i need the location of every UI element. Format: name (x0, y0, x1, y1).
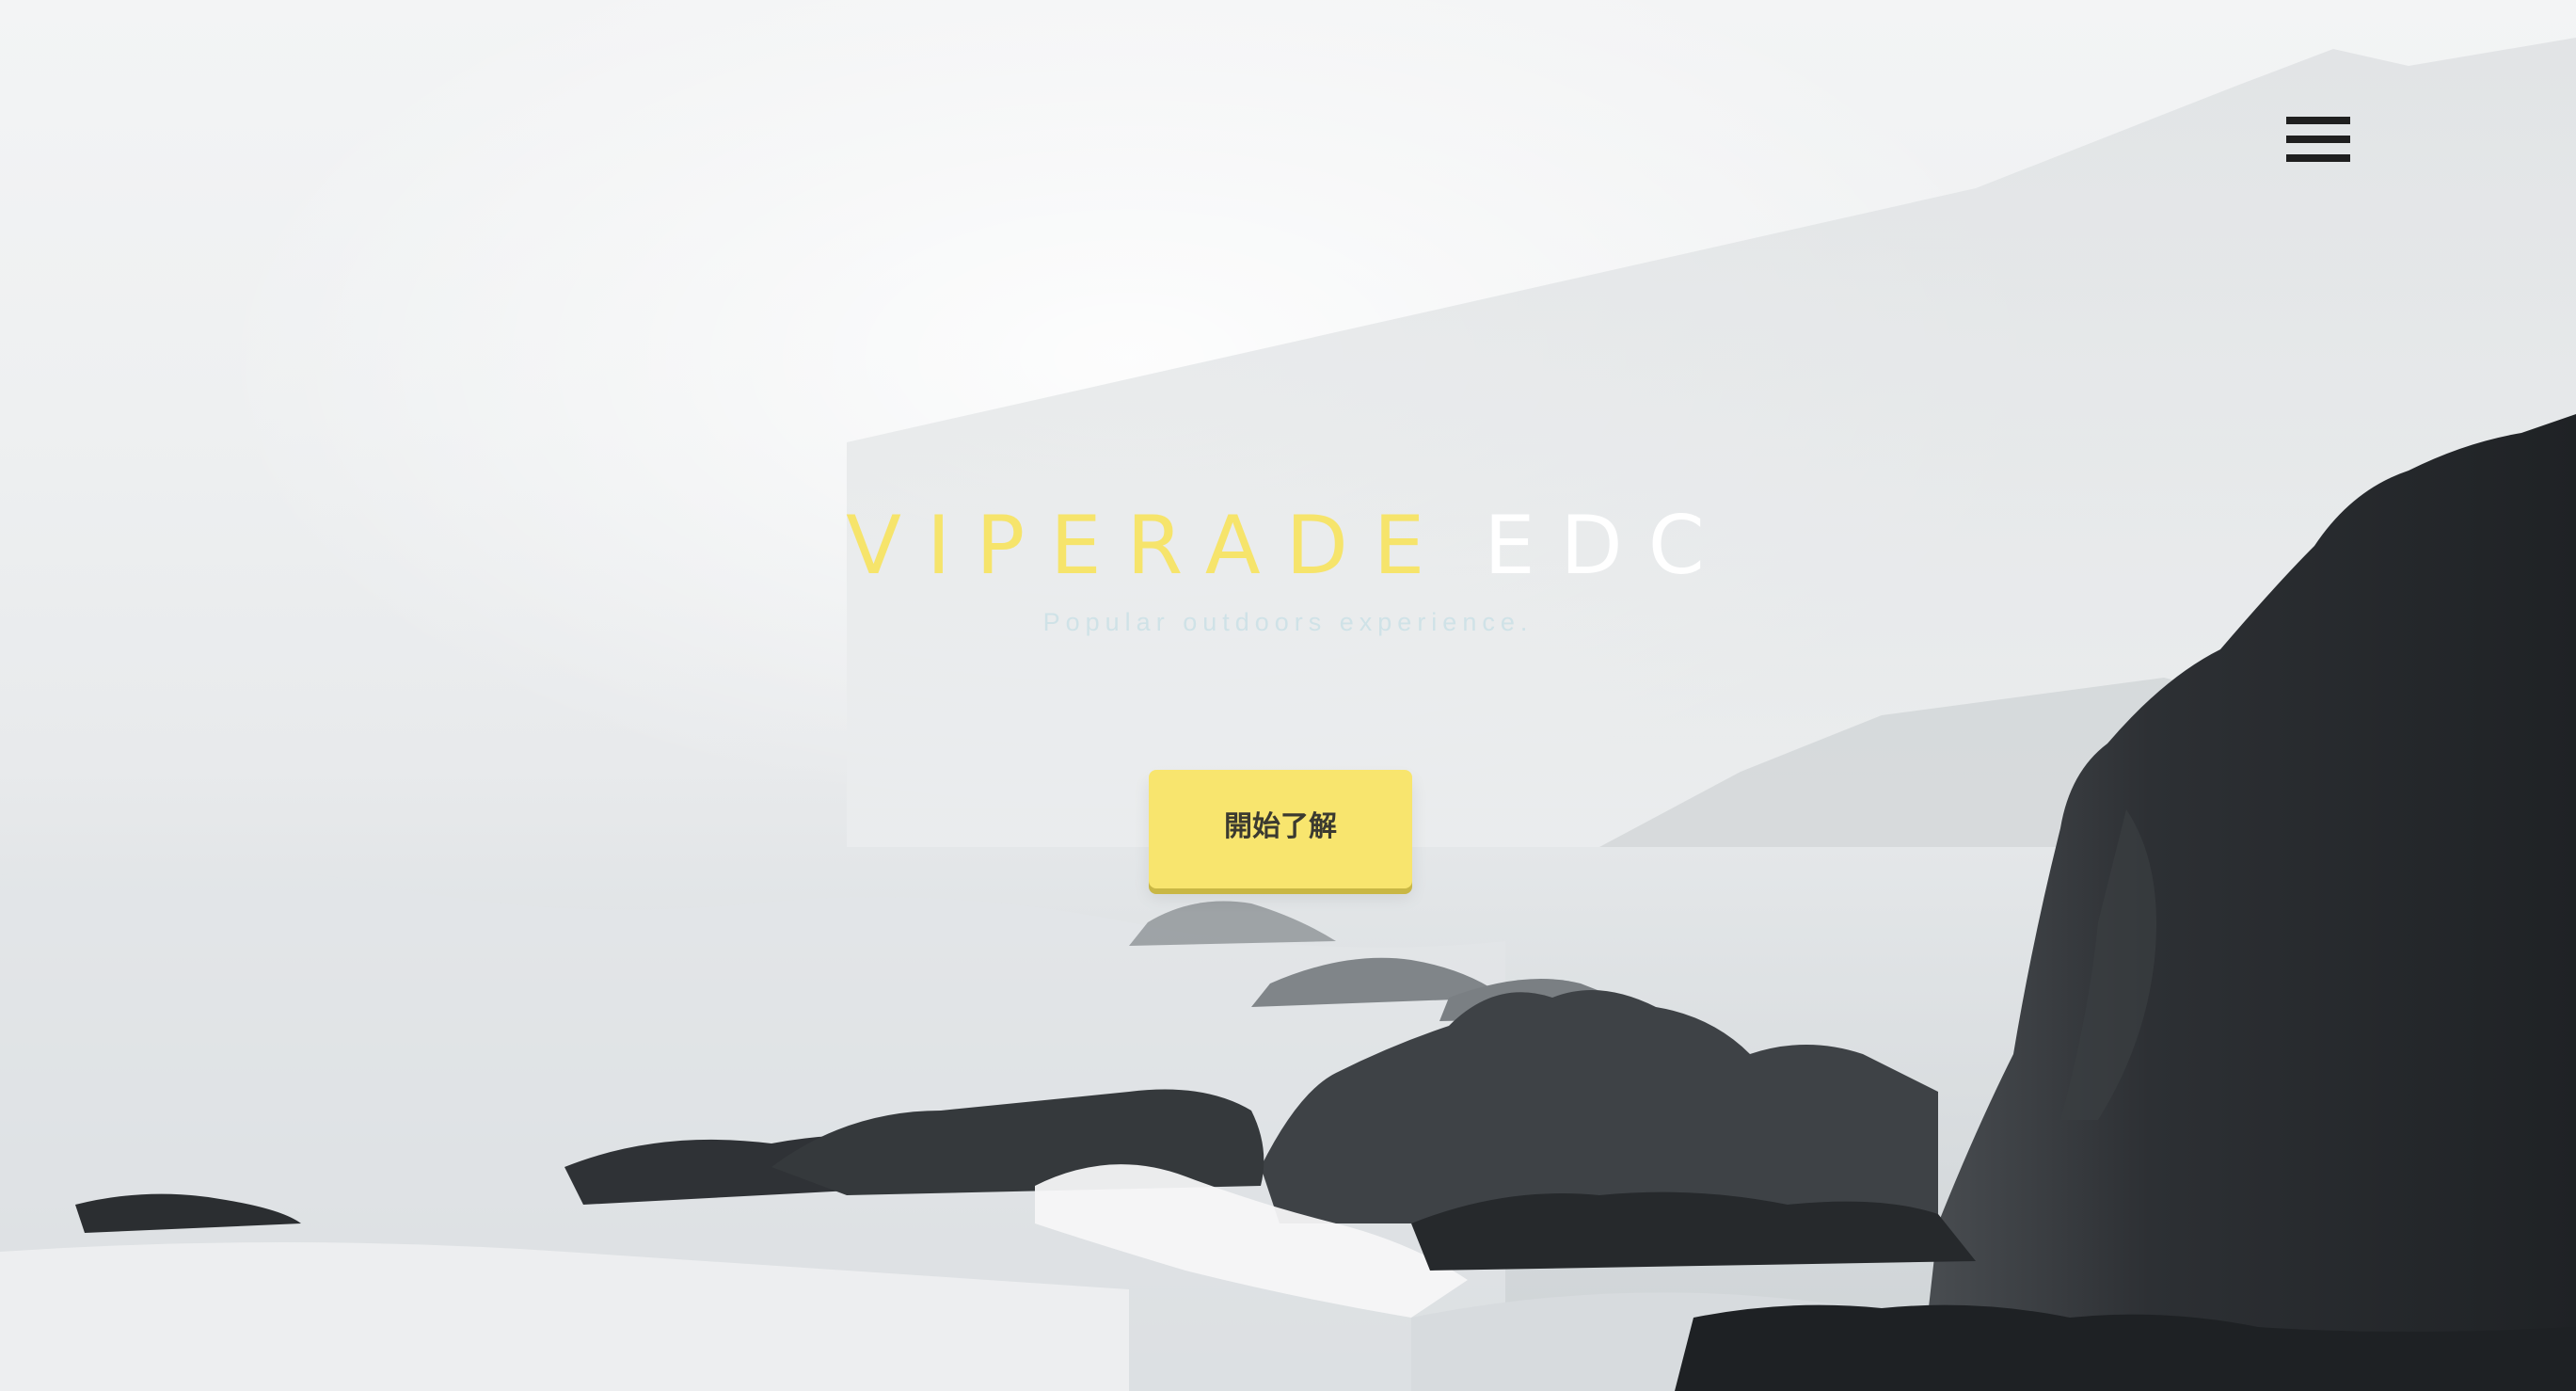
brand-title: VIPERADE EDC (0, 499, 2576, 593)
start-explore-button[interactable]: 開始了解 (1149, 770, 1412, 888)
hero-subtitle: Popular outdoors experience. (1042, 608, 1534, 636)
menu-icon-bar-bottom (2286, 154, 2350, 162)
menu-icon-bar-top (2286, 117, 2350, 124)
menu-icon-bar-middle (2286, 136, 2350, 143)
brand-title-secondary: EDC (1484, 499, 1730, 593)
brand-title-primary: VIPERADE (846, 499, 1451, 593)
hamburger-menu-button[interactable] (2282, 111, 2352, 169)
hero-section: VIPERADE EDC Popular outdoors experience.… (0, 0, 2576, 1391)
background-coastal-landscape-image (0, 38, 2576, 1391)
